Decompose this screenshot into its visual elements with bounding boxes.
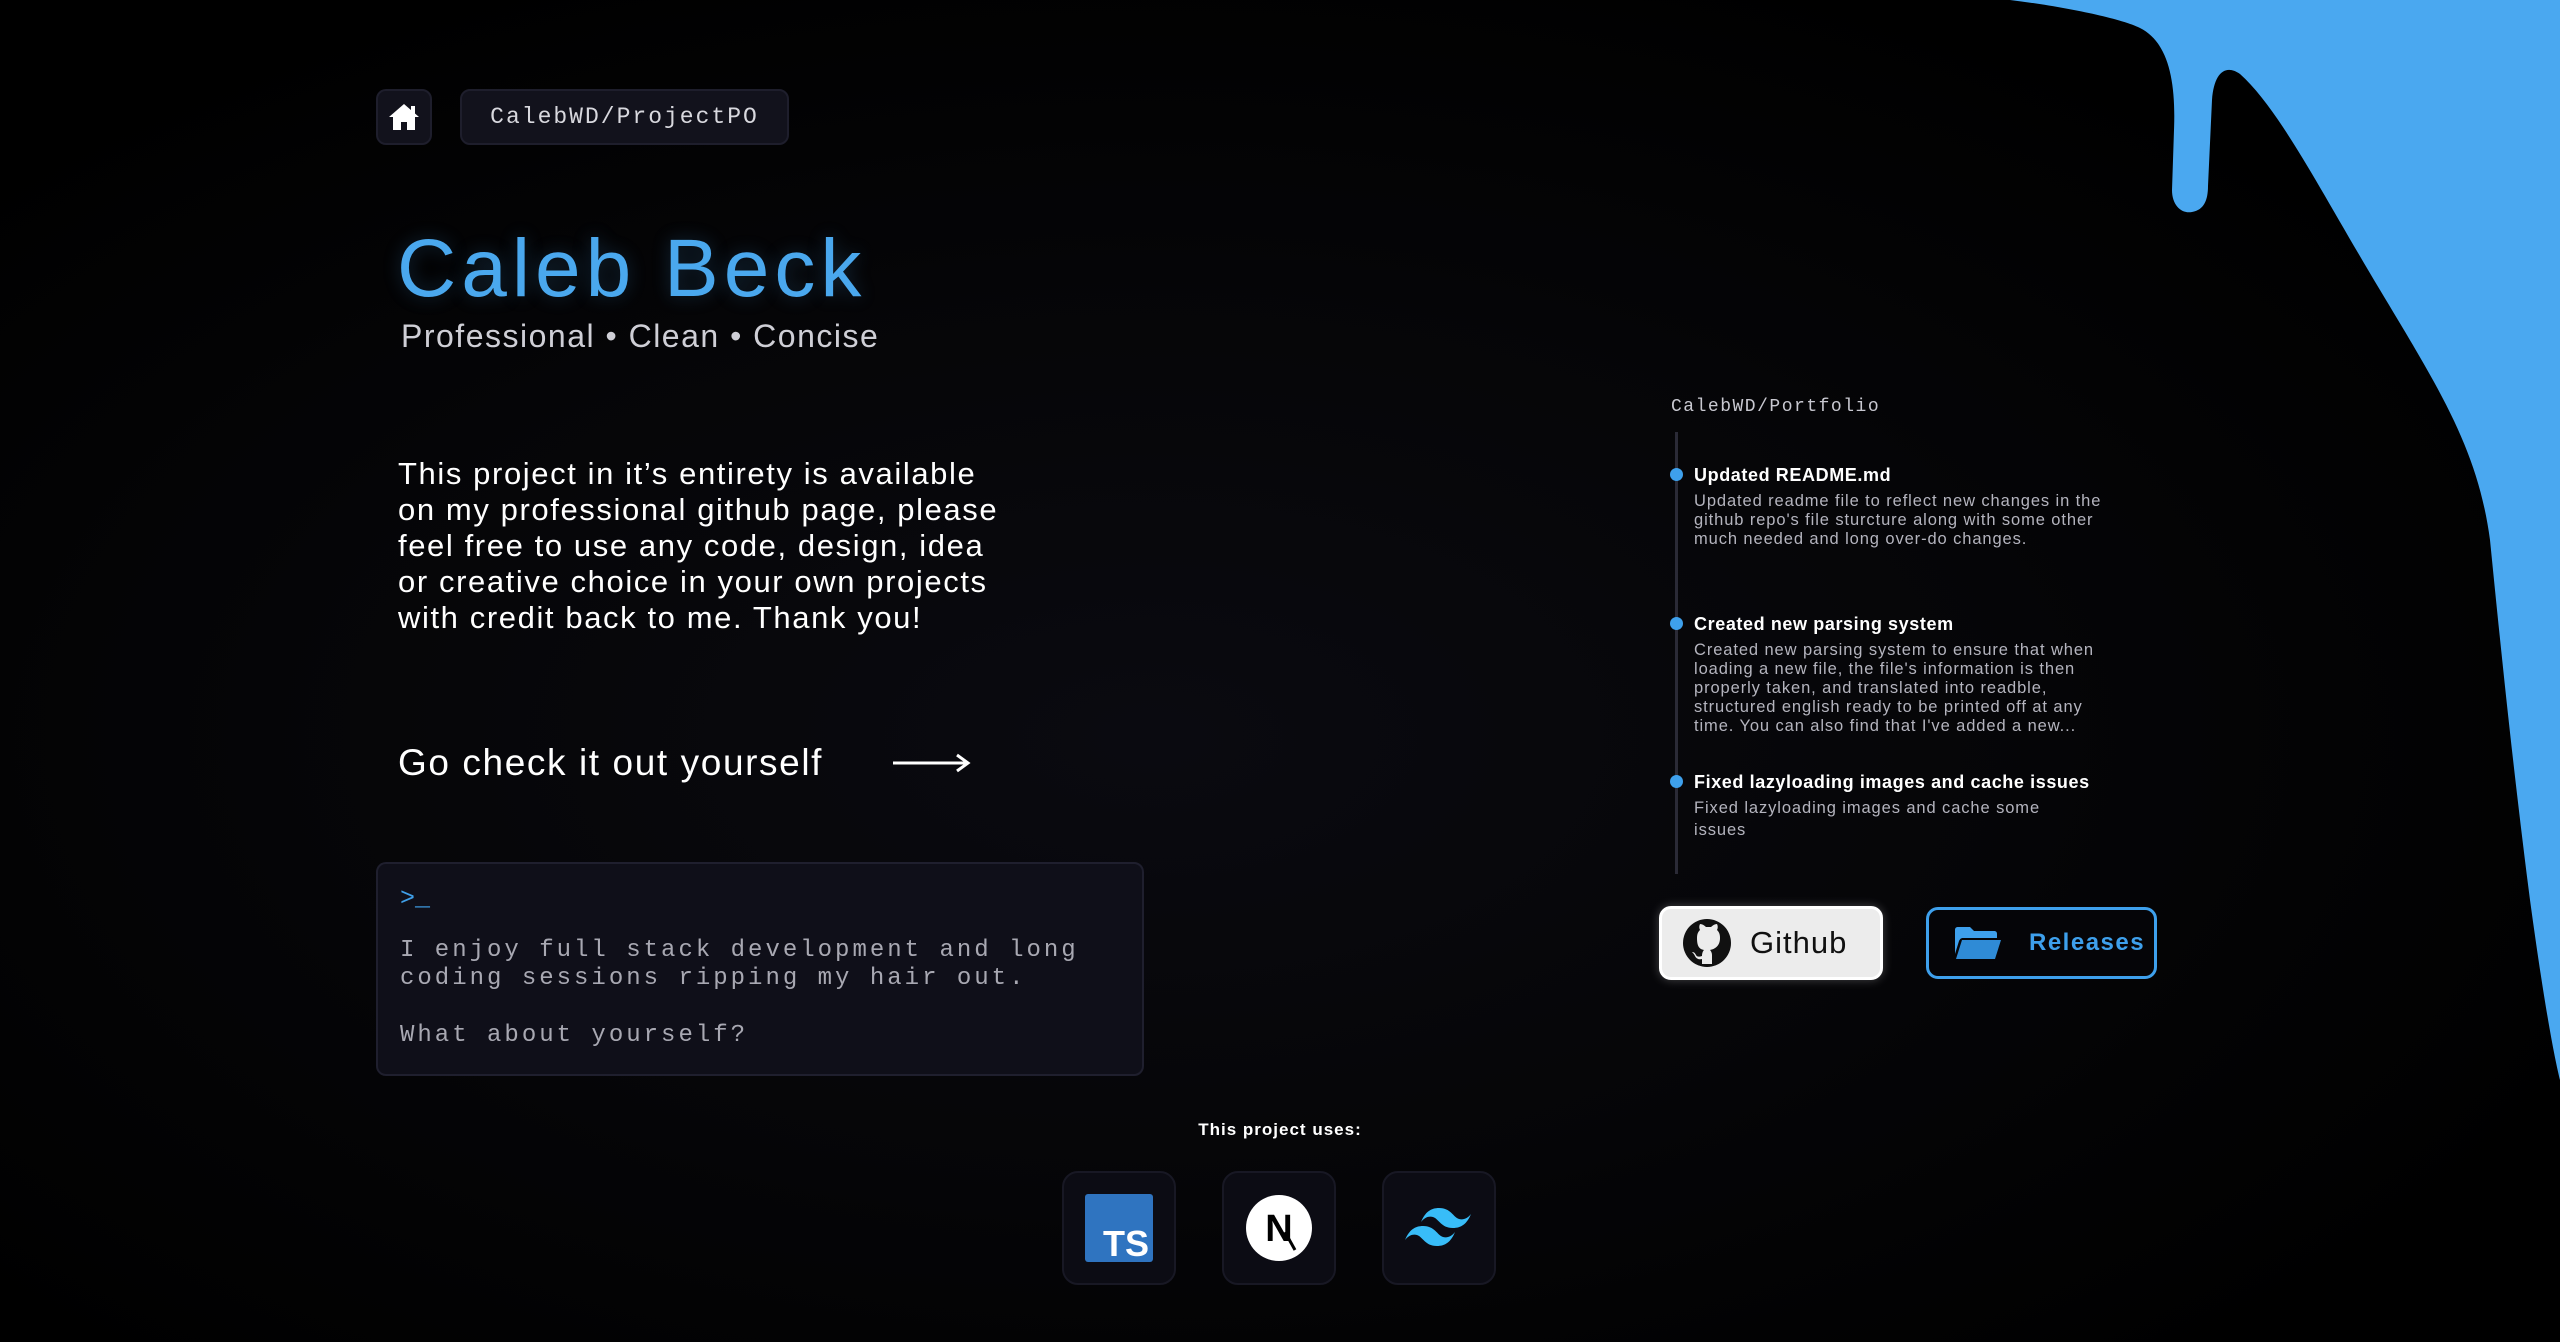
cta-link[interactable]: Go check it out yourself <box>398 744 971 781</box>
timeline-desc-line: much needed and long over-do changes. <box>1694 530 2028 548</box>
svg-text:TS: TS <box>1103 1223 1149 1262</box>
intro-line: This project in it’s entirety is availab… <box>398 456 977 491</box>
timeline-desc-line: Updated readme file to reflect new chang… <box>1694 492 2102 510</box>
timeline-track <box>1675 432 1678 874</box>
timeline-item-title[interactable]: Created new parsing system <box>1694 615 1954 633</box>
timeline-desc-line: github repo's file sturcture along with … <box>1694 511 2094 529</box>
tech-stack-label: This project uses: <box>1198 1120 1362 1139</box>
home-button[interactable] <box>376 89 432 145</box>
releases-button-label: Releases <box>2029 929 2146 956</box>
timeline-desc-line: properly taken, and translated into read… <box>1694 679 2048 697</box>
timeline-desc-line: time. You can also find that I've added … <box>1694 717 2077 735</box>
tailwind-icon <box>1405 1208 1471 1246</box>
timeline-item-desc: Updated readme file to reflect new chang… <box>1694 492 2134 549</box>
intro-line: with credit back to me. Thank you! <box>398 600 923 635</box>
terminal-card: >_ I enjoy full stack development and lo… <box>376 862 1144 1076</box>
tech-tile-nextjs[interactable]: N <box>1222 1171 1336 1285</box>
github-button-label: Github <box>1750 925 1848 960</box>
terminal-line: I enjoy full stack development and long <box>400 937 1079 964</box>
timeline-desc-line: structured english ready to be printed o… <box>1694 698 2083 716</box>
timeline-dot <box>1670 617 1683 630</box>
releases-button[interactable]: Releases <box>1926 907 2157 979</box>
timeline-repo-label: CalebWD/Portfolio <box>1671 397 1881 417</box>
repo-breadcrumb-label: CalebWD/ProjectPO <box>490 104 759 130</box>
intro-line: on my professional github page, please <box>398 492 999 527</box>
timeline-desc-line: loading a new file, the file's informati… <box>1694 660 2076 678</box>
cta-label: Go check it out yourself <box>398 742 824 783</box>
timeline-item-title[interactable]: Updated README.md <box>1694 466 1891 484</box>
decorative-blob <box>2010 0 2560 1080</box>
timeline-item-desc: Created new parsing system to ensure tha… <box>1694 641 2134 736</box>
hero-tagline: Professional • Clean • Concise <box>401 318 880 354</box>
github-button[interactable]: Github <box>1659 906 1883 980</box>
nextjs-icon: N <box>1246 1195 1312 1261</box>
terminal-question: What about yourself? <box>400 1022 749 1049</box>
terminal-prompt: >_ <box>400 884 431 913</box>
hero-name: Caleb Beck <box>397 223 867 314</box>
intro-line: feel free to use any code, design, idea <box>398 528 985 563</box>
svg-text:N: N <box>1265 1208 1292 1250</box>
timeline-item-desc: Fixed lazyloading images and cache some … <box>1694 797 2134 841</box>
repo-breadcrumb[interactable]: CalebWD/ProjectPO <box>460 89 789 145</box>
timeline-item-title[interactable]: Fixed lazyloading images and cache issue… <box>1694 773 2090 791</box>
typescript-icon: TS <box>1085 1194 1153 1262</box>
page: CalebWD/ProjectPO Caleb Beck Professiona… <box>0 0 2560 1342</box>
timeline-dot <box>1670 468 1683 481</box>
terminal-line: coding sessions ripping my hair out. <box>400 965 1027 992</box>
timeline-desc-line: Fixed lazyloading images and cache some <box>1694 799 2041 817</box>
tech-tile-typescript[interactable]: TS <box>1062 1171 1176 1285</box>
timeline-dot <box>1670 775 1683 788</box>
arrow-right-icon <box>893 753 971 772</box>
folder-open-icon <box>1955 927 2001 959</box>
github-icon <box>1683 919 1731 967</box>
home-icon <box>389 104 419 130</box>
intro-line: or creative choice in your own projects <box>398 564 988 599</box>
intro-paragraph: This project in it’s entirety is availab… <box>398 456 1078 636</box>
tech-tile-tailwind[interactable] <box>1382 1171 1496 1285</box>
timeline-desc-line: issues <box>1694 821 1747 839</box>
timeline-desc-line: Created new parsing system to ensure tha… <box>1694 641 2095 659</box>
